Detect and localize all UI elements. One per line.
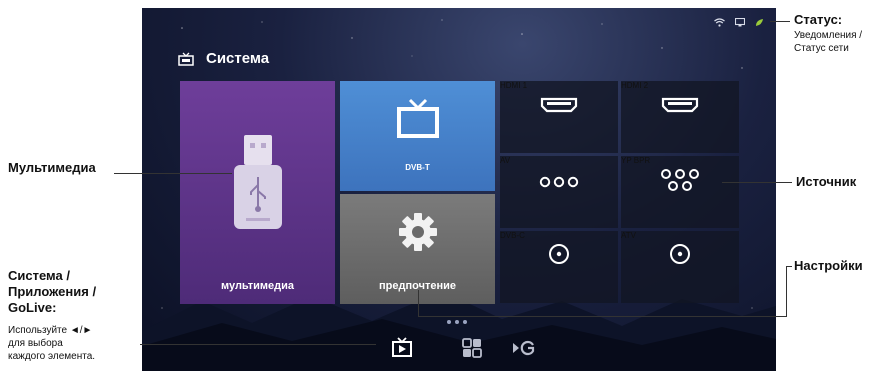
system-annotation-desc-3: каждого элемента.	[8, 351, 96, 362]
page-dot	[455, 320, 459, 324]
nav-apps-button[interactable]	[460, 336, 484, 360]
settings-leader-line-b	[786, 266, 787, 316]
hdmi-port-icon	[661, 97, 699, 113]
source-hdmi1-tile[interactable]: HDMI 1	[500, 81, 618, 153]
tv-icon	[397, 98, 439, 138]
multimedia-tile[interactable]: мультимедиа	[180, 81, 335, 304]
tv-icon	[178, 52, 194, 66]
dvbt-tile[interactable]: DVB-T	[340, 81, 495, 191]
settings-leader-line-d	[418, 290, 419, 317]
status-annotation-desc-1: Уведомления /	[794, 30, 863, 41]
system-annotation-title-1: Система /	[8, 268, 70, 283]
preferences-tile[interactable]: предпочтение	[340, 194, 495, 304]
page-dot	[447, 320, 451, 324]
status-bar	[714, 18, 764, 27]
section-header: Система	[178, 50, 269, 67]
nav-system-button[interactable]	[390, 336, 414, 360]
hdmi-port-icon	[540, 97, 578, 113]
nav-golive-button[interactable]	[512, 336, 536, 360]
section-title: Система	[206, 50, 270, 67]
system-leader-line	[140, 344, 376, 345]
source-ypbpr-tile[interactable]: YP BPR	[621, 156, 739, 228]
gear-icon	[399, 213, 437, 251]
source-ypbpr-label: YP BPR	[621, 156, 651, 165]
source-annotation: Источник	[796, 174, 857, 189]
source-av-tile[interactable]: AV	[500, 156, 618, 228]
source-atv-label: ATV	[621, 231, 636, 240]
usb-drive-icon	[234, 135, 282, 229]
av-jacks-icon	[539, 176, 579, 188]
source-atv-tile[interactable]: ATV	[621, 231, 739, 303]
source-hdmi2-tile[interactable]: HDMI 2	[621, 81, 739, 153]
status-annotation-desc-2: Статус сети	[794, 43, 849, 54]
component-jacks-icon	[661, 169, 699, 191]
page-dot	[463, 320, 467, 324]
status-leader-line	[770, 21, 790, 22]
coax-connector-icon	[670, 244, 690, 264]
status-annotation-title: Статус:	[794, 12, 843, 27]
page-indicator	[447, 320, 467, 324]
dvbt-label: DVB-T	[405, 163, 430, 172]
system-annotation-title-3: GoLive:	[8, 300, 57, 315]
apps-grid-icon	[462, 338, 482, 358]
notification-leaf-icon	[756, 19, 763, 26]
source-hdmi1-label: HDMI 1	[500, 81, 528, 90]
source-dvbc-label: DVB-C	[500, 231, 525, 240]
settings-leader-line-c	[418, 316, 787, 317]
source-av-label: AV	[500, 156, 511, 165]
settings-annotation: Настройки	[794, 258, 863, 273]
multimedia-annotation: Мультимедиа	[8, 160, 96, 175]
multimedia-label: мультимедиа	[220, 280, 294, 292]
wifi-icon	[714, 18, 725, 27]
coax-connector-icon	[549, 244, 569, 264]
source-leader-line	[722, 182, 792, 183]
tv-system-icon	[392, 337, 412, 357]
bottom-nav	[142, 326, 776, 371]
source-dvbc-tile[interactable]: DVB-C	[500, 231, 618, 303]
system-annotation-desc-1: Используйте ◄/►	[8, 325, 93, 336]
golive-icon	[513, 340, 535, 356]
multimedia-leader-line	[114, 173, 232, 174]
system-annotation-desc-2: для выбора	[8, 338, 63, 349]
system-annotation-title-2: Приложения /	[8, 284, 97, 299]
network-monitor-icon	[735, 18, 745, 27]
source-hdmi2-label: HDMI 2	[621, 81, 649, 90]
